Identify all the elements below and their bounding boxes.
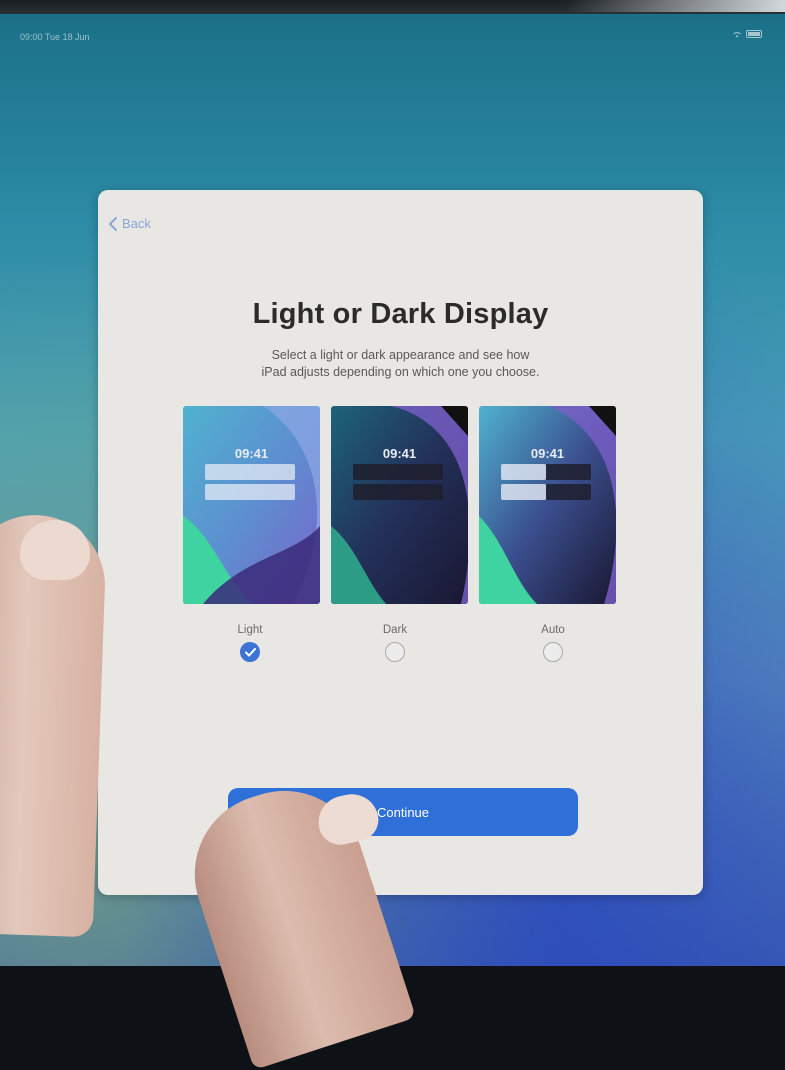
widget-bar (353, 484, 443, 500)
finger-left-nail (20, 520, 90, 580)
wifi-icon (733, 32, 741, 38)
back-button[interactable]: Back (108, 216, 151, 231)
subtitle-line-2: iPad adjusts depending on which one you … (261, 365, 540, 379)
status-icons (732, 30, 762, 38)
widget-bar (205, 464, 295, 480)
light-wallpaper (183, 406, 320, 604)
option-auto[interactable]: Auto (503, 624, 603, 662)
preview-light[interactable]: 09:41 (183, 406, 320, 604)
page-subtitle: Select a light or dark appearance and se… (208, 347, 593, 381)
preview-auto[interactable]: 09:41 (479, 406, 616, 604)
status-bar: 09:00 Tue 18 Jun (10, 30, 770, 46)
preview-light-time: 09:41 (234, 446, 269, 461)
light-radio[interactable] (240, 642, 260, 662)
option-dark-label: Dark (382, 624, 408, 636)
widget-bar (501, 464, 546, 480)
auto-radio[interactable] (543, 642, 563, 662)
setup-sheet: Back Light or Dark Display Select a ligh… (98, 190, 703, 895)
widget-bar (353, 464, 443, 480)
option-light[interactable]: Light (200, 624, 300, 662)
widget-bar (501, 484, 546, 500)
dark-radio[interactable] (385, 642, 405, 662)
preview-dark-time: 09:41 (382, 446, 417, 461)
battery-icon (746, 30, 762, 38)
status-time-date: 09:00 Tue 18 Jun (20, 32, 90, 42)
widget-bar (546, 464, 591, 480)
subtitle-line-1: Select a light or dark appearance and se… (271, 348, 530, 362)
dark-wallpaper (331, 406, 468, 604)
preview-dark[interactable]: 09:41 (331, 406, 468, 604)
auto-wallpaper (479, 406, 616, 604)
checkmark-icon (244, 647, 256, 656)
preview-auto-time: 09:41 (530, 446, 565, 461)
chevron-left-icon (109, 216, 117, 231)
widget-bar (205, 484, 295, 500)
bezel-glare (565, 0, 785, 12)
option-auto-label: Auto (541, 624, 565, 636)
option-dark[interactable]: Dark (345, 624, 445, 662)
back-label: Back (122, 216, 151, 231)
page-title: Light or Dark Display (252, 298, 549, 330)
option-light-label: Light (237, 624, 263, 636)
widget-bar (546, 484, 591, 500)
